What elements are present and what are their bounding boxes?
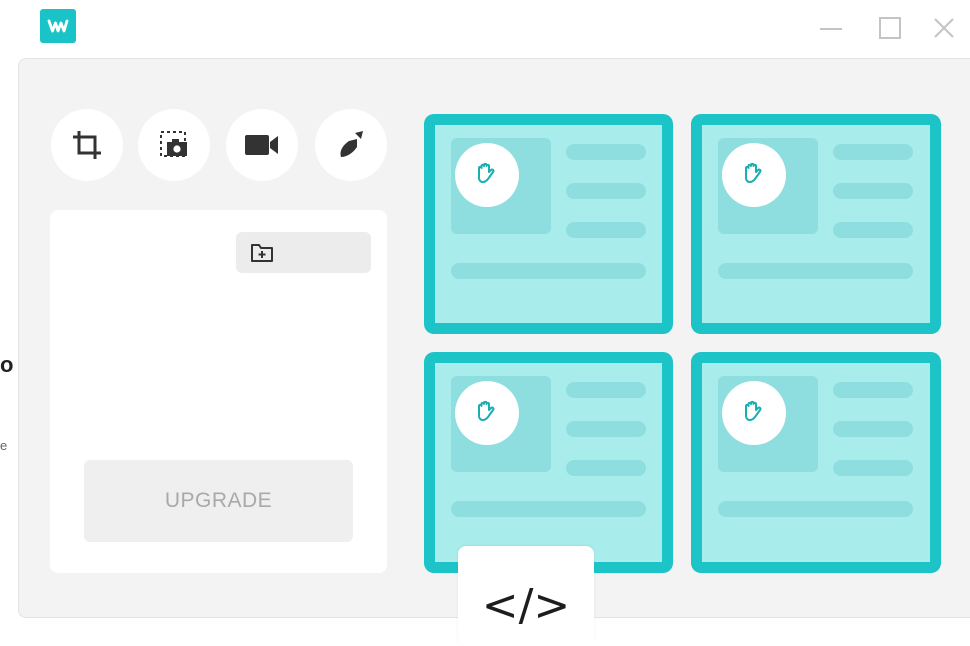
close-icon[interactable] (930, 14, 958, 42)
template-card[interactable] (691, 352, 941, 573)
template-card[interactable] (691, 114, 941, 334)
brush-tool-button[interactable] (315, 109, 387, 181)
crop-tool-button[interactable] (51, 109, 123, 181)
minimize-icon[interactable] (817, 14, 845, 42)
text-placeholder (451, 263, 646, 279)
cropped-text-fragment: e (0, 438, 8, 453)
text-placeholder (566, 460, 646, 476)
text-placeholder (718, 263, 913, 279)
video-tool-button[interactable] (226, 109, 298, 181)
template-card[interactable] (424, 352, 673, 573)
text-placeholder (833, 382, 913, 398)
text-placeholder (833, 460, 913, 476)
crop-icon (70, 128, 104, 162)
drag-handle[interactable] (455, 143, 519, 207)
screenshot-icon (157, 128, 191, 162)
app-logo (40, 9, 76, 43)
drag-handle[interactable] (455, 381, 519, 445)
text-placeholder (833, 222, 913, 238)
drag-handle[interactable] (722, 143, 786, 207)
text-placeholder (566, 382, 646, 398)
text-placeholder (718, 501, 913, 517)
hand-icon (472, 158, 502, 193)
maximize-icon[interactable] (876, 14, 904, 42)
hand-icon (472, 396, 502, 431)
template-card[interactable] (424, 114, 673, 334)
text-placeholder (451, 501, 646, 517)
folder-add-icon (250, 241, 274, 263)
text-placeholder (833, 421, 913, 437)
video-camera-icon (243, 130, 281, 160)
upgrade-button[interactable]: UPGRADE (84, 460, 353, 542)
text-placeholder (833, 183, 913, 199)
screenshot-tool-button[interactable] (138, 109, 210, 181)
brush-icon (333, 127, 369, 163)
text-placeholder (566, 144, 646, 160)
code-icon: </> (481, 580, 571, 631)
text-placeholder (566, 183, 646, 199)
hand-icon (739, 158, 769, 193)
text-placeholder (566, 421, 646, 437)
drag-handle[interactable] (722, 381, 786, 445)
add-folder-button[interactable] (236, 232, 371, 273)
text-placeholder (833, 144, 913, 160)
hand-icon (739, 396, 769, 431)
cropped-heading-fragment: o (0, 352, 14, 377)
text-placeholder (566, 222, 646, 238)
code-view-tab[interactable]: </> (458, 546, 594, 646)
